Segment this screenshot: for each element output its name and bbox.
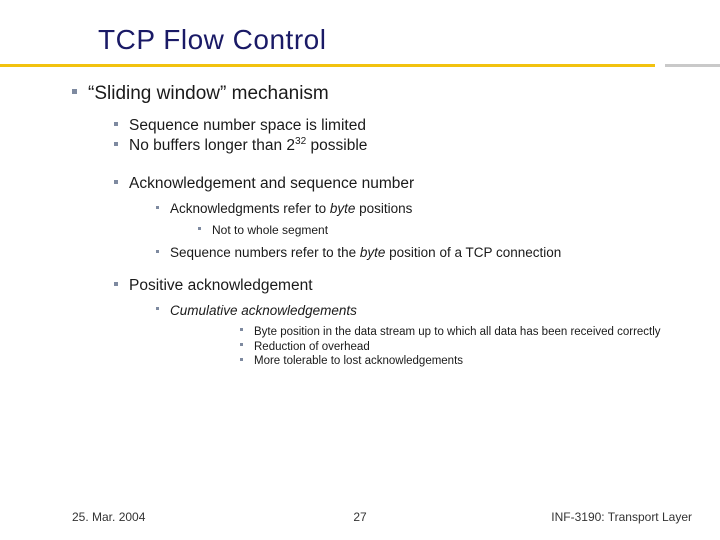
text-pre: No buffers longer than 2	[129, 137, 295, 154]
footer-date: 25. Mar. 2004	[72, 510, 145, 524]
bullet-l5: More tolerable to lost acknowledgements	[240, 354, 704, 369]
square-bullet-icon	[114, 180, 118, 184]
square-bullet-icon	[156, 307, 159, 310]
square-bullet-icon	[240, 358, 243, 361]
footer-course: INF-3190: Transport Layer	[551, 510, 692, 524]
bullet-l3: Acknowledgments refer to byte positions	[156, 200, 704, 217]
text: Acknowledgement and sequence number	[129, 175, 414, 192]
text-italic: Cumulative acknowledgements	[170, 303, 357, 318]
text: “Sliding window” mechanism	[88, 83, 329, 104]
underline-grey	[665, 64, 720, 67]
slide-title: TCP Flow Control	[98, 24, 326, 56]
text-pre: Sequence numbers refer to the	[170, 245, 360, 260]
bullet-l2: Sequence number space is limited	[114, 116, 704, 136]
text-pre: Acknowledgments refer to	[170, 201, 330, 216]
text: Sequence number space is limited	[129, 117, 366, 134]
square-bullet-icon	[156, 250, 159, 253]
bullet-l5: Byte position in the data stream up to w…	[240, 325, 704, 340]
bullet-l4: Not to whole segment	[198, 223, 704, 238]
underline-gap	[655, 64, 665, 67]
text-post: positions	[355, 201, 412, 216]
text: More tolerable to lost acknowledgements	[254, 355, 463, 367]
square-bullet-icon	[114, 122, 118, 126]
square-bullet-icon	[114, 142, 118, 146]
bullet-l2: Acknowledgement and sequence number	[114, 174, 704, 194]
text: Positive acknowledgement	[129, 277, 313, 294]
bullet-l5: Reduction of overhead	[240, 340, 704, 355]
text-italic: byte	[360, 245, 386, 260]
square-bullet-icon	[240, 343, 243, 346]
bullet-l1: “Sliding window” mechanism	[72, 82, 704, 106]
square-bullet-icon	[156, 206, 159, 209]
bullet-l3: Cumulative acknowledgements	[156, 302, 704, 319]
text-post: possible	[306, 137, 367, 154]
square-bullet-icon	[240, 328, 243, 331]
underline-yellow	[0, 64, 655, 67]
text: Not to whole segment	[212, 223, 328, 237]
square-bullet-icon	[72, 89, 77, 94]
bullet-l2: No buffers longer than 232 possible	[114, 136, 704, 156]
text: Byte position in the data stream up to w…	[254, 326, 661, 338]
text-sup: 32	[295, 136, 306, 147]
footer-page-number: 27	[353, 510, 366, 524]
text-italic: byte	[330, 201, 356, 216]
text: Reduction of overhead	[254, 341, 370, 353]
text-post: position of a TCP connection	[385, 245, 561, 260]
square-bullet-icon	[114, 282, 118, 286]
bullet-l2: Positive acknowledgement	[114, 276, 704, 296]
title-underline	[0, 64, 720, 67]
bullet-l3: Sequence numbers refer to the byte posit…	[156, 244, 704, 261]
slide-body: “Sliding window” mechanism Sequence numb…	[72, 82, 704, 369]
square-bullet-icon	[198, 227, 201, 230]
